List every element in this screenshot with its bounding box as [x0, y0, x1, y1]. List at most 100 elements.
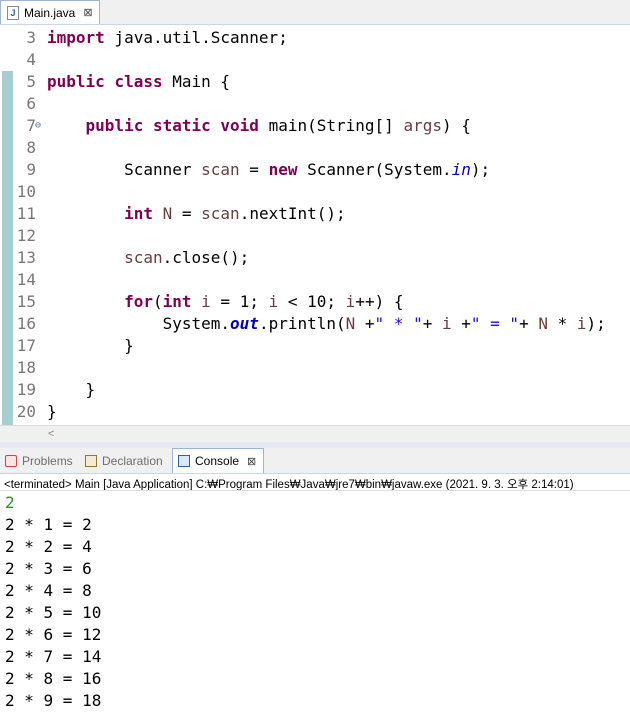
code-token: (	[152, 292, 163, 311]
line-number: 9	[26, 160, 36, 179]
code-text: public static void main(String[] args) {	[47, 115, 471, 137]
scroll-left-icon[interactable]: <	[48, 426, 54, 442]
code-token: System.	[47, 314, 231, 333]
line-number: 8	[26, 138, 36, 157]
code-text: }	[47, 379, 96, 401]
tab-problems[interactable]: Problems	[0, 448, 80, 473]
keyword-token: public	[85, 116, 144, 135]
line-number: 4	[26, 50, 36, 69]
code-token: }	[47, 336, 134, 355]
variable-token: i	[268, 292, 279, 311]
code-line: 5 public class Main {	[0, 71, 630, 93]
code-token: .close();	[162, 248, 250, 267]
tab-console-label: Console	[195, 454, 240, 468]
console-icon	[178, 455, 190, 467]
code-line: 13 scan.close();	[0, 247, 630, 269]
declaration-icon	[85, 454, 97, 467]
code-text: }	[47, 401, 57, 423]
code-line: 8	[0, 137, 630, 159]
code-token: +	[355, 314, 375, 333]
variable-token: scan	[124, 248, 163, 267]
problems-icon	[5, 454, 17, 467]
horizontal-scrollbar[interactable]: <	[0, 425, 630, 442]
keyword-token: new	[268, 160, 298, 179]
console-output-line: 2 * 7 = 14	[5, 647, 102, 666]
fold-toggle-icon[interactable]: ⊖	[35, 115, 41, 137]
code-line: 15 for(int i = 1; i < 10; i++) {	[0, 291, 630, 313]
code-line: 7 ⊖ public static void main(String[] args…	[0, 115, 630, 137]
java-file-icon: J	[7, 5, 19, 20]
line-number: 7	[26, 116, 36, 135]
tab-console[interactable]: Console ⊠	[172, 448, 264, 473]
code-token: = 1;	[210, 292, 269, 311]
code-token: .nextInt();	[239, 204, 346, 223]
keyword-token: int	[124, 204, 153, 223]
code-line: 14	[0, 269, 630, 291]
keyword-token: static	[152, 116, 211, 135]
code-token: );	[586, 314, 606, 333]
code-token: < 10;	[278, 292, 346, 311]
code-line: 17 }	[0, 335, 630, 357]
variable-token: scan	[201, 160, 240, 179]
console-input-line: 2	[5, 493, 15, 512]
keyword-token: class	[114, 72, 163, 91]
console-output-line: 2 * 8 = 16	[5, 669, 102, 688]
variable-token: i	[576, 314, 587, 333]
code-editor[interactable]: 3 import java.util.Scanner; 4 5 public class…	[0, 25, 630, 447]
code-token: *	[547, 314, 577, 333]
string-token: " * "	[374, 314, 423, 333]
tab-main-java[interactable]: J Main.java ⊠	[0, 0, 100, 24]
code-token: ) {	[441, 116, 471, 135]
line-number: 3	[26, 28, 36, 47]
tab-declaration[interactable]: Declaration	[80, 448, 172, 473]
code-line: 9 Scanner scan = new Scanner(System.in);	[0, 159, 630, 181]
line-number: 17	[16, 336, 36, 355]
code-text: import java.util.Scanner;	[47, 27, 288, 49]
line-number: 18	[16, 358, 36, 377]
line-number: 12	[16, 226, 36, 245]
console-output-line: 2 * 9 = 18	[5, 691, 102, 710]
code-line: 16 System.out.println(N +" * "+ i +" = "…	[0, 313, 630, 335]
console-output-line: 2 * 1 = 2	[5, 515, 92, 534]
close-icon[interactable]: ⊠	[247, 455, 256, 468]
code-line: 10	[0, 181, 630, 203]
code-token: ++) {	[355, 292, 404, 311]
code-line: 12	[0, 225, 630, 247]
line-number: 11	[16, 204, 36, 223]
editor-tab-bar: J Main.java ⊠	[0, 0, 630, 25]
keyword-token: public	[47, 72, 105, 91]
keyword-token: int	[162, 292, 192, 311]
variable-token: i	[345, 292, 356, 311]
code-token: +	[519, 314, 539, 333]
tab-problems-label: Problems	[22, 453, 73, 468]
console-output-line: 2 * 4 = 8	[5, 581, 92, 600]
line-number: 10	[16, 182, 36, 201]
divider	[0, 490, 630, 491]
code-line: 18	[0, 357, 630, 379]
code-token: =	[172, 204, 202, 223]
tab-label: Main.java	[24, 5, 76, 20]
console-output-line: 2 * 6 = 12	[5, 625, 102, 644]
keyword-token: void	[220, 116, 259, 135]
code-text: public class Main {	[47, 71, 230, 93]
code-token: java.util.Scanner;	[104, 28, 288, 47]
code-text: Scanner scan = new Scanner(System.in);	[47, 159, 490, 181]
field-token: in	[451, 160, 471, 179]
code-text: for(int i = 1; i < 10; i++) {	[47, 291, 403, 313]
code-line: 4	[0, 49, 630, 71]
variable-token: N	[162, 204, 173, 223]
console-output-line: 2 * 2 = 4	[5, 537, 92, 556]
string-token: " = "	[470, 314, 520, 333]
code-token: }	[47, 402, 57, 421]
code-token: Scanner(System.	[297, 160, 452, 179]
line-number: 15	[16, 292, 36, 311]
code-token: .println(	[258, 314, 346, 333]
line-number: 20	[16, 402, 36, 421]
code-line: 20}	[0, 401, 630, 423]
panel-tab-bar: Problems Declaration Console ⊠	[0, 448, 630, 474]
close-icon[interactable]: ⊠	[83, 6, 92, 19]
